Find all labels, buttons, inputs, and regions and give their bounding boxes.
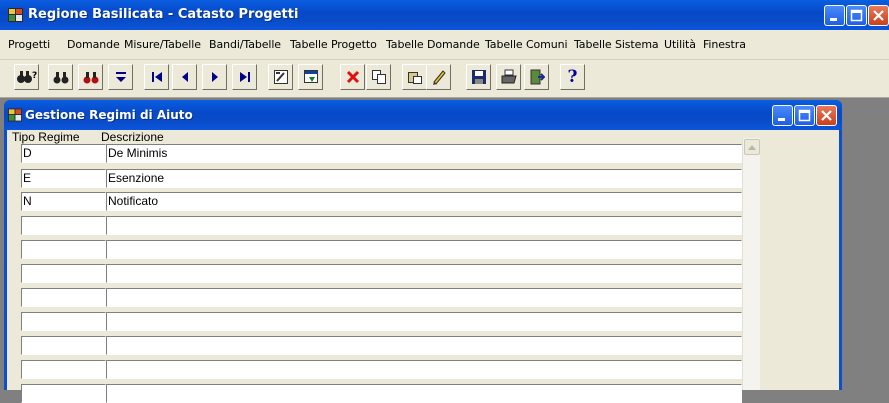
- tipo-regime-field[interactable]: [21, 240, 106, 259]
- last-record-icon: [239, 72, 250, 82]
- column-header-descrizione: Descrizione: [101, 130, 164, 144]
- maximize-icon: [798, 109, 811, 122]
- close-button[interactable]: [868, 5, 889, 26]
- app-icon: [8, 8, 23, 22]
- tipo-regime-field[interactable]: [21, 264, 106, 283]
- copy-icon: [371, 70, 386, 84]
- tipo-regime-field[interactable]: [21, 336, 106, 355]
- menu-tabelle-domande[interactable]: Tabelle Domande: [386, 38, 480, 51]
- tipo-regime-field[interactable]: N: [21, 192, 106, 211]
- toolbar: ? ?: [0, 60, 889, 98]
- menu-progetti[interactable]: Progetti: [8, 38, 50, 51]
- descrizione-field[interactable]: [106, 384, 742, 403]
- delete-button[interactable]: [340, 64, 365, 90]
- column-header-tipo-regime: Tipo Regime: [12, 130, 80, 144]
- menu-bandi-tabelle[interactable]: Bandi/Tabelle: [209, 38, 281, 51]
- svg-text:?: ?: [32, 71, 37, 81]
- sort-button[interactable]: [108, 64, 133, 90]
- minimize-icon: [778, 118, 785, 121]
- filter-button[interactable]: [298, 64, 323, 90]
- delete-icon: [346, 70, 359, 84]
- help-button[interactable]: ?: [560, 64, 585, 90]
- child-window: Gestione Regimi di Aiuto Tipo Regime Des…: [4, 100, 842, 403]
- find-query-button[interactable]: ?: [14, 64, 39, 90]
- exit-icon: [530, 69, 545, 85]
- descrizione-field[interactable]: [106, 240, 742, 259]
- print-icon: [501, 69, 517, 84]
- descrizione-field[interactable]: [106, 360, 742, 379]
- descrizione-field[interactable]: [106, 336, 742, 355]
- tipo-regime-field[interactable]: [21, 360, 106, 379]
- child-close-button[interactable]: [816, 105, 837, 126]
- find-icon: [53, 72, 68, 84]
- descrizione-field[interactable]: De Minimis: [106, 144, 742, 163]
- menu-bar: Progetti Domande Misure/Tabelle Bandi/Ta…: [0, 30, 889, 60]
- arrow-up-icon: [748, 144, 756, 150]
- print-button[interactable]: [496, 64, 521, 90]
- descrizione-field[interactable]: [106, 264, 742, 283]
- descrizione-field[interactable]: [106, 312, 742, 331]
- menu-tabelle-comuni[interactable]: Tabelle Comuni: [485, 38, 568, 51]
- first-record-button[interactable]: [144, 64, 169, 90]
- close-icon: [873, 10, 884, 21]
- save-button[interactable]: [466, 64, 491, 90]
- child-maximize-button[interactable]: [794, 105, 815, 126]
- edit-form-button[interactable]: [268, 64, 293, 90]
- descrizione-field[interactable]: [106, 288, 742, 307]
- descrizione-field[interactable]: Esenzione: [106, 169, 742, 188]
- vertical-scrollbar[interactable]: [742, 138, 760, 390]
- find-red-icon: [83, 72, 98, 84]
- app-title: Regione Basilicata - Catasto Progetti: [28, 7, 299, 22]
- next-record-icon: [211, 72, 218, 82]
- child-client-area: Tipo Regime Descrizione D De Minimis E E…: [7, 130, 839, 403]
- descrizione-field[interactable]: [106, 216, 742, 235]
- paste-icon: [407, 72, 422, 84]
- find-query-icon: ?: [16, 71, 37, 83]
- app-title-bar[interactable]: Regione Basilicata - Catasto Progetti: [0, 0, 889, 30]
- menu-misure-tabelle[interactable]: Misure/Tabelle: [124, 38, 201, 51]
- menu-tabelle-sistema[interactable]: Tabelle Sistema: [574, 38, 659, 51]
- find-button[interactable]: [48, 64, 73, 90]
- paste-button[interactable]: [402, 64, 427, 90]
- minimize-icon: [830, 18, 837, 21]
- save-icon: [471, 70, 486, 84]
- tipo-regime-field[interactable]: [21, 216, 106, 235]
- child-window-icon: [8, 108, 22, 122]
- next-record-button[interactable]: [202, 64, 227, 90]
- menu-finestra[interactable]: Finestra: [703, 38, 746, 51]
- tipo-regime-field[interactable]: [21, 288, 106, 307]
- scroll-up-button[interactable]: [744, 139, 760, 155]
- edit-form-icon: [273, 70, 288, 84]
- sort-icon: [115, 72, 126, 82]
- tipo-regime-field[interactable]: [21, 312, 106, 331]
- copy-button[interactable]: [366, 64, 391, 90]
- maximize-icon: [850, 9, 863, 22]
- menu-tabelle-progetto[interactable]: Tabelle Progetto: [290, 38, 377, 51]
- find-red-button[interactable]: [78, 64, 103, 90]
- child-minimize-button[interactable]: [772, 105, 793, 126]
- first-record-icon: [151, 72, 162, 82]
- minimize-button[interactable]: [824, 5, 845, 26]
- paste-edit-button[interactable]: [426, 64, 451, 90]
- tipo-regime-field[interactable]: [21, 384, 106, 403]
- tipo-regime-field[interactable]: D: [21, 144, 106, 163]
- close-icon: [821, 110, 832, 121]
- descrizione-field[interactable]: Notificato: [106, 192, 742, 211]
- menu-utilita[interactable]: Utilità: [664, 38, 696, 51]
- prev-record-icon: [181, 72, 188, 82]
- menu-domande[interactable]: Domande: [67, 38, 120, 51]
- maximize-button[interactable]: [846, 5, 867, 26]
- child-title-bar[interactable]: Gestione Regimi di Aiuto: [4, 100, 842, 130]
- prev-record-button[interactable]: [172, 64, 197, 90]
- tipo-regime-field[interactable]: E: [21, 169, 106, 188]
- exit-button[interactable]: [524, 64, 549, 90]
- paste-edit-icon: [432, 70, 446, 85]
- filter-icon: [303, 70, 318, 83]
- last-record-button[interactable]: [232, 64, 257, 90]
- help-icon: ?: [567, 67, 578, 87]
- child-window-title: Gestione Regimi di Aiuto: [25, 108, 193, 122]
